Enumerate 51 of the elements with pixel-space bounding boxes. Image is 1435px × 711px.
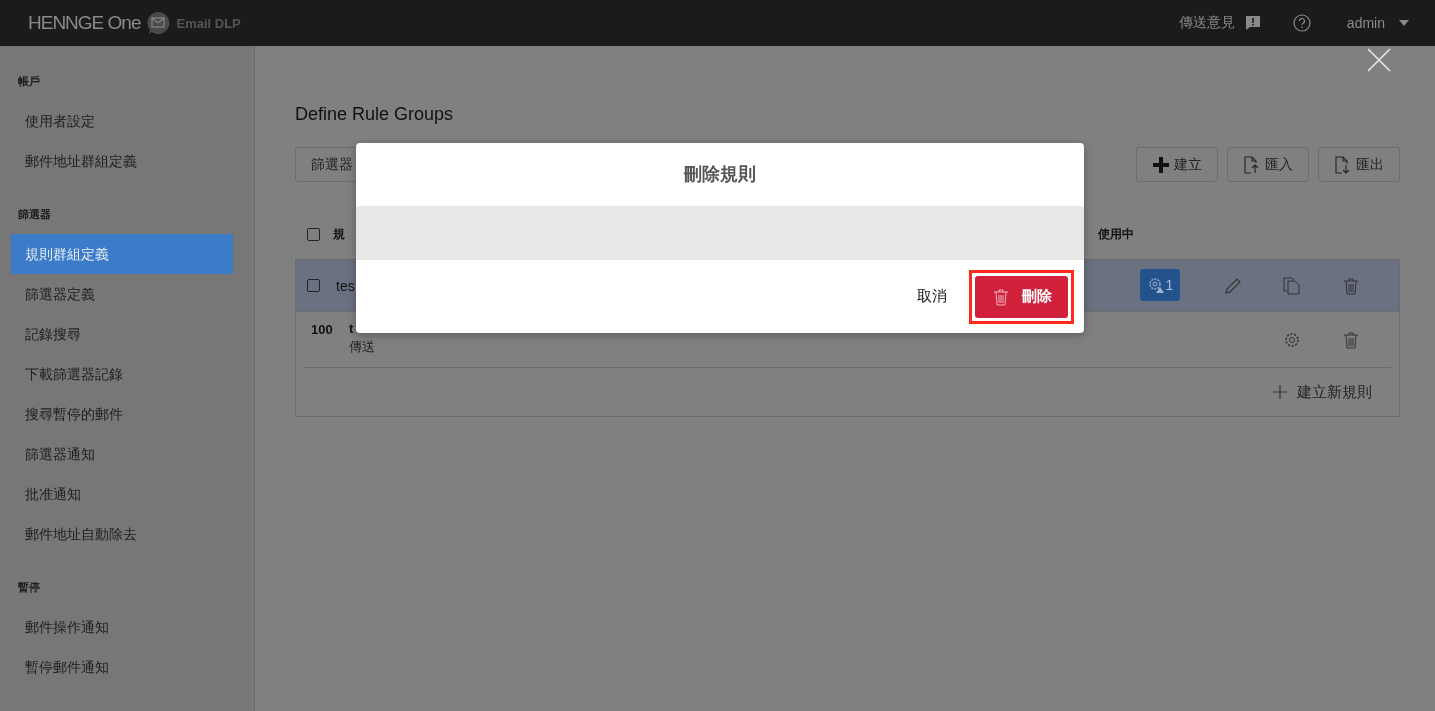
user-menu[interactable]: admin xyxy=(1340,14,1415,32)
file-upload-icon xyxy=(1243,155,1260,174)
page-title: Define Rule Groups xyxy=(295,104,455,125)
trash-icon xyxy=(991,287,1010,306)
sidebar-item[interactable]: 記錄搜尋 xyxy=(11,314,233,354)
feedback-icon[interactable] xyxy=(1244,15,1261,31)
sidebar-item[interactable]: 郵件地址群組定義 xyxy=(11,141,233,181)
section-heading: 篩選器 xyxy=(17,207,52,222)
file-download-icon xyxy=(1334,155,1351,174)
sidebar-item[interactable]: 暫停郵件通知 xyxy=(11,647,233,687)
priority-number: 100 xyxy=(311,322,334,337)
sidebar-item[interactable]: 郵件操作通知 xyxy=(11,607,233,647)
sidebar-item[interactable]: 規則群組定義 xyxy=(11,234,233,274)
trash-icon[interactable] xyxy=(1342,276,1360,295)
column-header: 使用中 xyxy=(1098,225,1134,243)
mail-icon xyxy=(146,11,171,35)
column-header: 規 xyxy=(333,225,345,243)
pencil-icon[interactable] xyxy=(1224,276,1242,295)
close-icon[interactable] xyxy=(1367,48,1391,72)
sidebar-item[interactable]: 批准通知 xyxy=(11,474,233,514)
toolbar-button[interactable]: 匯出 xyxy=(1318,147,1400,182)
sidebar-item[interactable]: 郵件地址自動除去 xyxy=(11,514,233,554)
sidebar-item[interactable]: 篩選器通知 xyxy=(11,434,233,474)
product-name: Email DLP xyxy=(176,15,241,31)
dialog-title: 刪除規則 xyxy=(683,163,757,186)
group-name: tes xyxy=(336,277,355,294)
trash-icon[interactable] xyxy=(1342,330,1360,349)
plus-icon xyxy=(1273,385,1287,399)
plus-icon xyxy=(1152,156,1169,173)
section-heading: 帳戶 xyxy=(17,74,41,89)
sidebar-item[interactable]: 篩選器定義 xyxy=(11,274,233,314)
checkbox[interactable] xyxy=(307,227,320,241)
logo-text: HENNGE One xyxy=(28,12,141,34)
gear-icon[interactable] xyxy=(1283,330,1301,349)
sidebar-item[interactable]: 使用者設定 xyxy=(11,101,233,141)
delete-button[interactable]: 刪除 xyxy=(975,275,1068,318)
toolbar-button[interactable]: 建立 xyxy=(1136,147,1218,182)
checkbox[interactable] xyxy=(307,279,320,292)
caret-icon xyxy=(1399,20,1409,26)
copy-icon[interactable] xyxy=(1283,276,1301,295)
help-icon[interactable] xyxy=(1292,14,1311,32)
sidebar-item[interactable]: 搜尋暫停的郵件 xyxy=(11,394,233,434)
rules-badge[interactable]: 1 xyxy=(1140,269,1180,301)
add-rule-link[interactable]: 建立新規則 xyxy=(1273,382,1372,402)
rule-name: t xyxy=(349,321,355,336)
cancel-button[interactable]: 取消 xyxy=(911,286,953,307)
rule-action: 傳送 xyxy=(349,338,375,356)
section-heading: 暫停 xyxy=(17,580,41,595)
toolbar-button[interactable]: 匯入 xyxy=(1227,147,1309,182)
feedback-link[interactable]: 傳送意見 xyxy=(1178,14,1235,32)
sidebar-item[interactable]: 下載篩選器記錄 xyxy=(11,354,233,394)
